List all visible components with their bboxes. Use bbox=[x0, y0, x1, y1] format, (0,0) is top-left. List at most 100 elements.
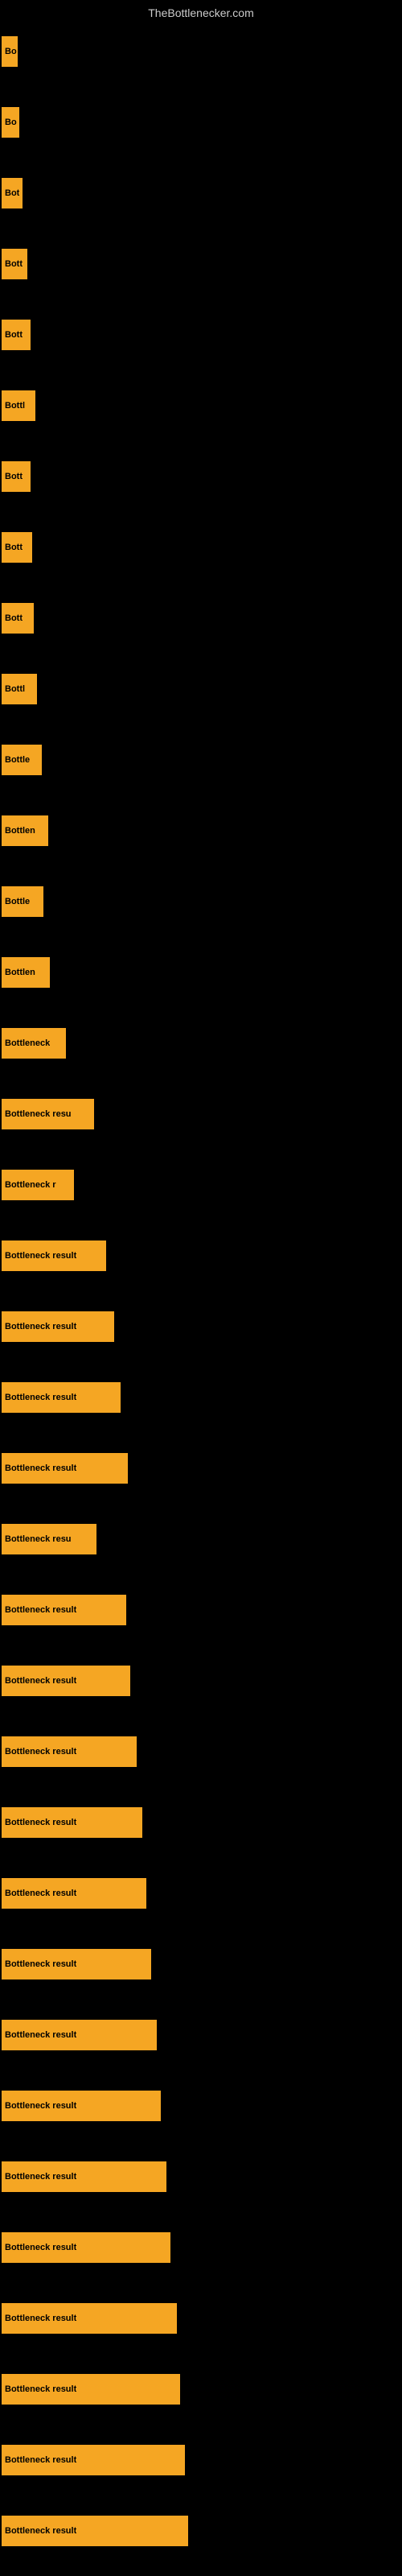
result-bar: Bottleneck resu bbox=[2, 1524, 96, 1554]
bar-label: Bottl bbox=[5, 684, 25, 694]
bar-row: Bottleneck result bbox=[0, 1858, 402, 1929]
bar-label: Bot bbox=[5, 188, 19, 198]
result-bar: Bottleneck result bbox=[2, 2020, 157, 2050]
bar-label: Bottleneck resu bbox=[5, 1109, 72, 1119]
bar-label: Bottle bbox=[5, 755, 30, 765]
bar-row: Bottleneck result bbox=[0, 1645, 402, 1716]
bar-row: Bottleneck result bbox=[0, 2000, 402, 2070]
bar-row: Bo bbox=[0, 16, 402, 87]
bar-label: Bottleneck result bbox=[5, 2314, 76, 2323]
bar-label: Bottleneck result bbox=[5, 1251, 76, 1261]
result-bar: Bott bbox=[2, 532, 32, 563]
bar-row: Bottleneck resu bbox=[0, 1504, 402, 1575]
bar-row: Bottl bbox=[0, 370, 402, 441]
result-bar: Bottl bbox=[2, 674, 37, 704]
bar-row: Bottleneck result bbox=[0, 1433, 402, 1504]
result-bar: Bott bbox=[2, 603, 34, 634]
result-bar: Bottleneck result bbox=[2, 1807, 142, 1838]
result-bar: Bottl bbox=[2, 390, 35, 421]
bar-row: Bott bbox=[0, 441, 402, 512]
bar-label: Bottleneck result bbox=[5, 1818, 76, 1827]
bar-label: Bottleneck result bbox=[5, 1959, 76, 1969]
result-bar: Bottleneck result bbox=[2, 1241, 106, 1271]
result-bar: Bottleneck result bbox=[2, 1666, 130, 1696]
result-bar: Bottle bbox=[2, 745, 42, 775]
bar-row: Bottleneck result bbox=[0, 1575, 402, 1645]
bar-label: Bottleneck result bbox=[5, 1889, 76, 1898]
bar-label: Bottleneck result bbox=[5, 1322, 76, 1331]
result-bar: Bottleneck r bbox=[2, 1170, 74, 1200]
bar-row: Bottleneck result bbox=[0, 2425, 402, 2496]
result-bar: Bottleneck result bbox=[2, 2374, 180, 2405]
bar-label: Bo bbox=[5, 47, 17, 56]
bar-label: Bottleneck result bbox=[5, 2172, 76, 2182]
bar-row: Bottle bbox=[0, 724, 402, 795]
bar-row: Bottlen bbox=[0, 937, 402, 1008]
bar-label: Bott bbox=[5, 472, 23, 481]
bar-row: Bo bbox=[0, 87, 402, 158]
bar-label: Bottleneck bbox=[5, 1038, 50, 1048]
bar-row: Bottleneck bbox=[0, 1008, 402, 1079]
result-bar: Bottleneck result bbox=[2, 1311, 114, 1342]
bars-container: Bo Bo Bot Bott Bott Bottl Bott Bott Bott Bottl Bot… bbox=[0, 16, 402, 2566]
bar-label: Bottleneck result bbox=[5, 2030, 76, 2040]
result-bar: Bottleneck result bbox=[2, 1595, 126, 1625]
bar-row: Bottl bbox=[0, 654, 402, 724]
bar-row: Bott bbox=[0, 512, 402, 583]
result-bar: Bottlen bbox=[2, 957, 50, 988]
result-bar: Bottleneck result bbox=[2, 2232, 170, 2263]
bar-row: Bottleneck r bbox=[0, 1150, 402, 1220]
bar-row: Bottleneck resu bbox=[0, 1079, 402, 1150]
bar-label: Bottleneck result bbox=[5, 1605, 76, 1615]
result-bar: Bottleneck result bbox=[2, 1382, 121, 1413]
bar-label: Bottleneck r bbox=[5, 1180, 56, 1190]
bar-label: Bottleneck result bbox=[5, 2455, 76, 2465]
result-bar: Bo bbox=[2, 36, 18, 67]
result-bar: Bott bbox=[2, 320, 31, 350]
bar-label: Bott bbox=[5, 543, 23, 552]
bar-label: Bott bbox=[5, 330, 23, 340]
result-bar: Bottleneck result bbox=[2, 2091, 161, 2121]
bar-label: Bottlen bbox=[5, 826, 35, 836]
bar-row: Bottleneck result bbox=[0, 1787, 402, 1858]
bar-label: Bo bbox=[5, 118, 17, 127]
bar-row: Bottlen bbox=[0, 795, 402, 866]
result-bar: Bottleneck result bbox=[2, 2303, 177, 2334]
bar-row: Bot bbox=[0, 158, 402, 229]
result-bar: Bottleneck result bbox=[2, 1736, 137, 1767]
bar-row: Bottle bbox=[0, 866, 402, 937]
result-bar: Bott bbox=[2, 461, 31, 492]
bar-label: Bott bbox=[5, 259, 23, 269]
bar-row: Bottleneck result bbox=[0, 2354, 402, 2425]
bar-row: Bottleneck result bbox=[0, 2283, 402, 2354]
bar-row: Bottleneck result bbox=[0, 1220, 402, 1291]
result-bar: Bottleneck result bbox=[2, 1949, 151, 1979]
bar-label: Bottleneck resu bbox=[5, 1534, 72, 1544]
bar-label: Bottleneck result bbox=[5, 2384, 76, 2394]
bar-label: Bottleneck result bbox=[5, 2526, 76, 2536]
result-bar: Bo bbox=[2, 107, 19, 138]
result-bar: Bottleneck result bbox=[2, 1453, 128, 1484]
result-bar: Bottleneck result bbox=[2, 2161, 166, 2192]
bar-label: Bottleneck result bbox=[5, 1747, 76, 1757]
result-bar: Bottleneck result bbox=[2, 1878, 146, 1909]
bar-row: Bottleneck result bbox=[0, 2496, 402, 2566]
result-bar: Bottleneck result bbox=[2, 2516, 188, 2546]
bar-label: Bottlen bbox=[5, 968, 35, 977]
bar-label: Bottle bbox=[5, 897, 30, 906]
bar-row: Bott bbox=[0, 229, 402, 299]
bar-row: Bottleneck result bbox=[0, 1716, 402, 1787]
result-bar: Bott bbox=[2, 249, 27, 279]
result-bar: Bot bbox=[2, 178, 23, 208]
bar-label: Bottleneck result bbox=[5, 1393, 76, 1402]
bar-label: Bottleneck result bbox=[5, 2101, 76, 2111]
bar-label: Bottleneck result bbox=[5, 1676, 76, 1686]
bar-row: Bott bbox=[0, 583, 402, 654]
bar-row: Bottleneck result bbox=[0, 1929, 402, 2000]
bar-row: Bottleneck result bbox=[0, 2070, 402, 2141]
bar-row: Bottleneck result bbox=[0, 1362, 402, 1433]
bar-label: Bottl bbox=[5, 401, 25, 411]
bar-row: Bottleneck result bbox=[0, 1291, 402, 1362]
result-bar: Bottleneck result bbox=[2, 2445, 185, 2475]
bar-label: Bottleneck result bbox=[5, 1463, 76, 1473]
